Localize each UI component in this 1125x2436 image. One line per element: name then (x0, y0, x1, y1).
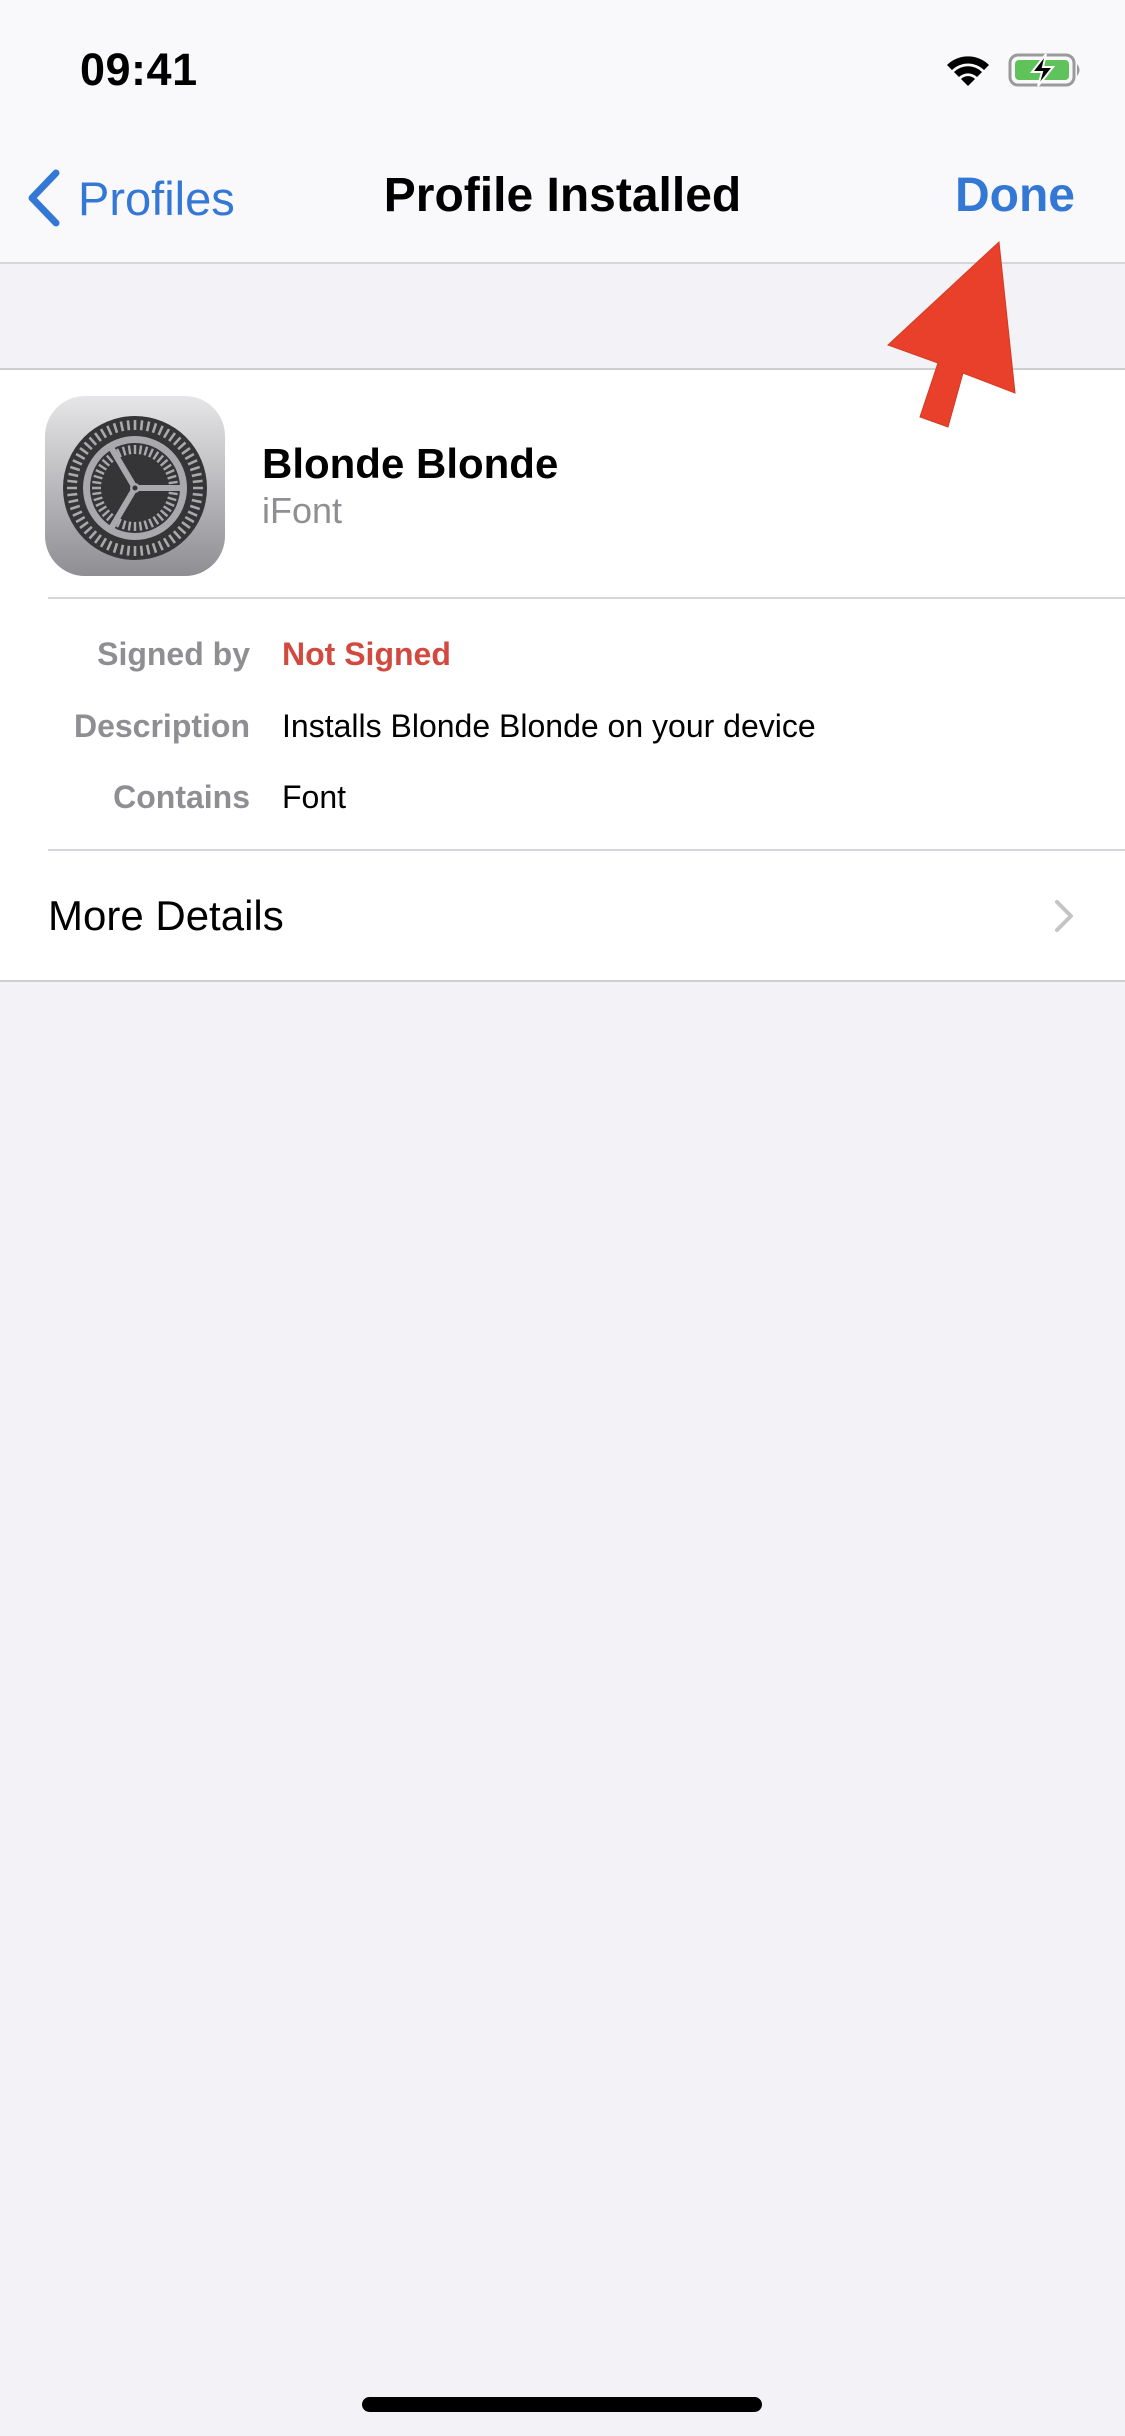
gear-tooth (168, 491, 178, 496)
gear-tooth (127, 445, 132, 455)
contains-value: Font (282, 779, 347, 815)
profile-name: Blonde Blonde (262, 440, 559, 487)
gear-tooth (192, 492, 203, 497)
gear-tooth (127, 521, 132, 531)
done-button[interactable]: Done (955, 168, 1075, 223)
detail-row-signed-by: Signed by Not Signed (0, 636, 1125, 686)
gear-tooth (67, 492, 78, 497)
gear-tooth (139, 420, 144, 431)
navigation-bar: Profiles Profile Installed Done (0, 130, 1125, 264)
more-details-row[interactable]: More Details (0, 852, 1125, 982)
gear-tooth (92, 491, 102, 496)
gear-tooth (67, 479, 78, 484)
signed-status-value: Not Signed (282, 636, 451, 672)
more-details-label: More Details (48, 892, 284, 939)
settings-gear-icon (45, 396, 225, 576)
divider (48, 849, 1125, 851)
gear-tooth (139, 545, 144, 556)
divider (48, 597, 1125, 599)
gear-tooth (168, 480, 178, 485)
status-time: 09:41 (80, 44, 198, 95)
detail-label: Description (73, 708, 250, 744)
detail-row-contains: Contains Font (0, 779, 1125, 829)
description-value: Installs Blonde Blonde on your device (282, 708, 816, 744)
profile-organization: iFont (262, 490, 343, 531)
status-bar: 09:41 (0, 0, 1125, 130)
profile-section: Blonde Blonde iFont Signed by Not Signed… (0, 368, 1125, 982)
gear-tooth (126, 420, 131, 431)
detail-row-description: Description Installs Blonde Blonde on yo… (0, 708, 1125, 758)
gear-tooth (126, 545, 131, 556)
gear-tooth (192, 479, 203, 484)
gear-tooth (92, 480, 102, 485)
gear-tooth (138, 521, 143, 531)
detail-label: Signed by (97, 636, 250, 672)
gear-tooth (138, 445, 143, 455)
chevron-right-icon (1055, 900, 1073, 932)
wifi-icon (947, 56, 989, 86)
profile-header: Blonde Blonde iFont (0, 370, 1125, 598)
home-indicator[interactable] (362, 2397, 762, 2412)
battery-charging-icon (1008, 53, 1080, 87)
detail-label: Contains (113, 779, 250, 815)
